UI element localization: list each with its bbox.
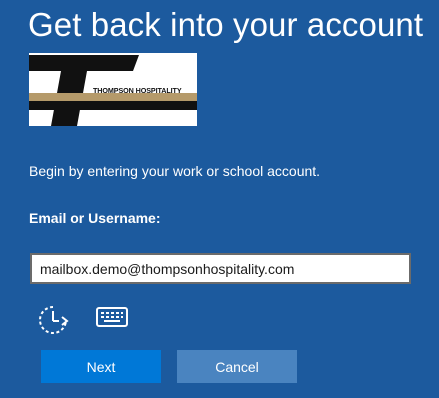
on-screen-keyboard-button[interactable]	[94, 305, 130, 331]
account-recovery-page: Get back into your account THOMPSON HOSP…	[0, 0, 439, 398]
company-logo: THOMPSON HOSPITALITY	[29, 53, 197, 126]
logo-wordmark: THOMPSON HOSPITALITY	[93, 86, 182, 95]
next-button[interactable]: Next	[41, 350, 161, 383]
ease-of-access-button[interactable]	[34, 303, 72, 337]
email-field[interactable]	[30, 253, 411, 284]
cancel-button[interactable]: Cancel	[177, 350, 297, 383]
email-label: Email or Username:	[29, 210, 161, 226]
keyboard-icon	[96, 307, 128, 327]
instruction-text: Begin by entering your work or school ac…	[29, 163, 321, 179]
page-title: Get back into your account	[28, 6, 424, 43]
ease-of-access-icon	[39, 306, 69, 334]
